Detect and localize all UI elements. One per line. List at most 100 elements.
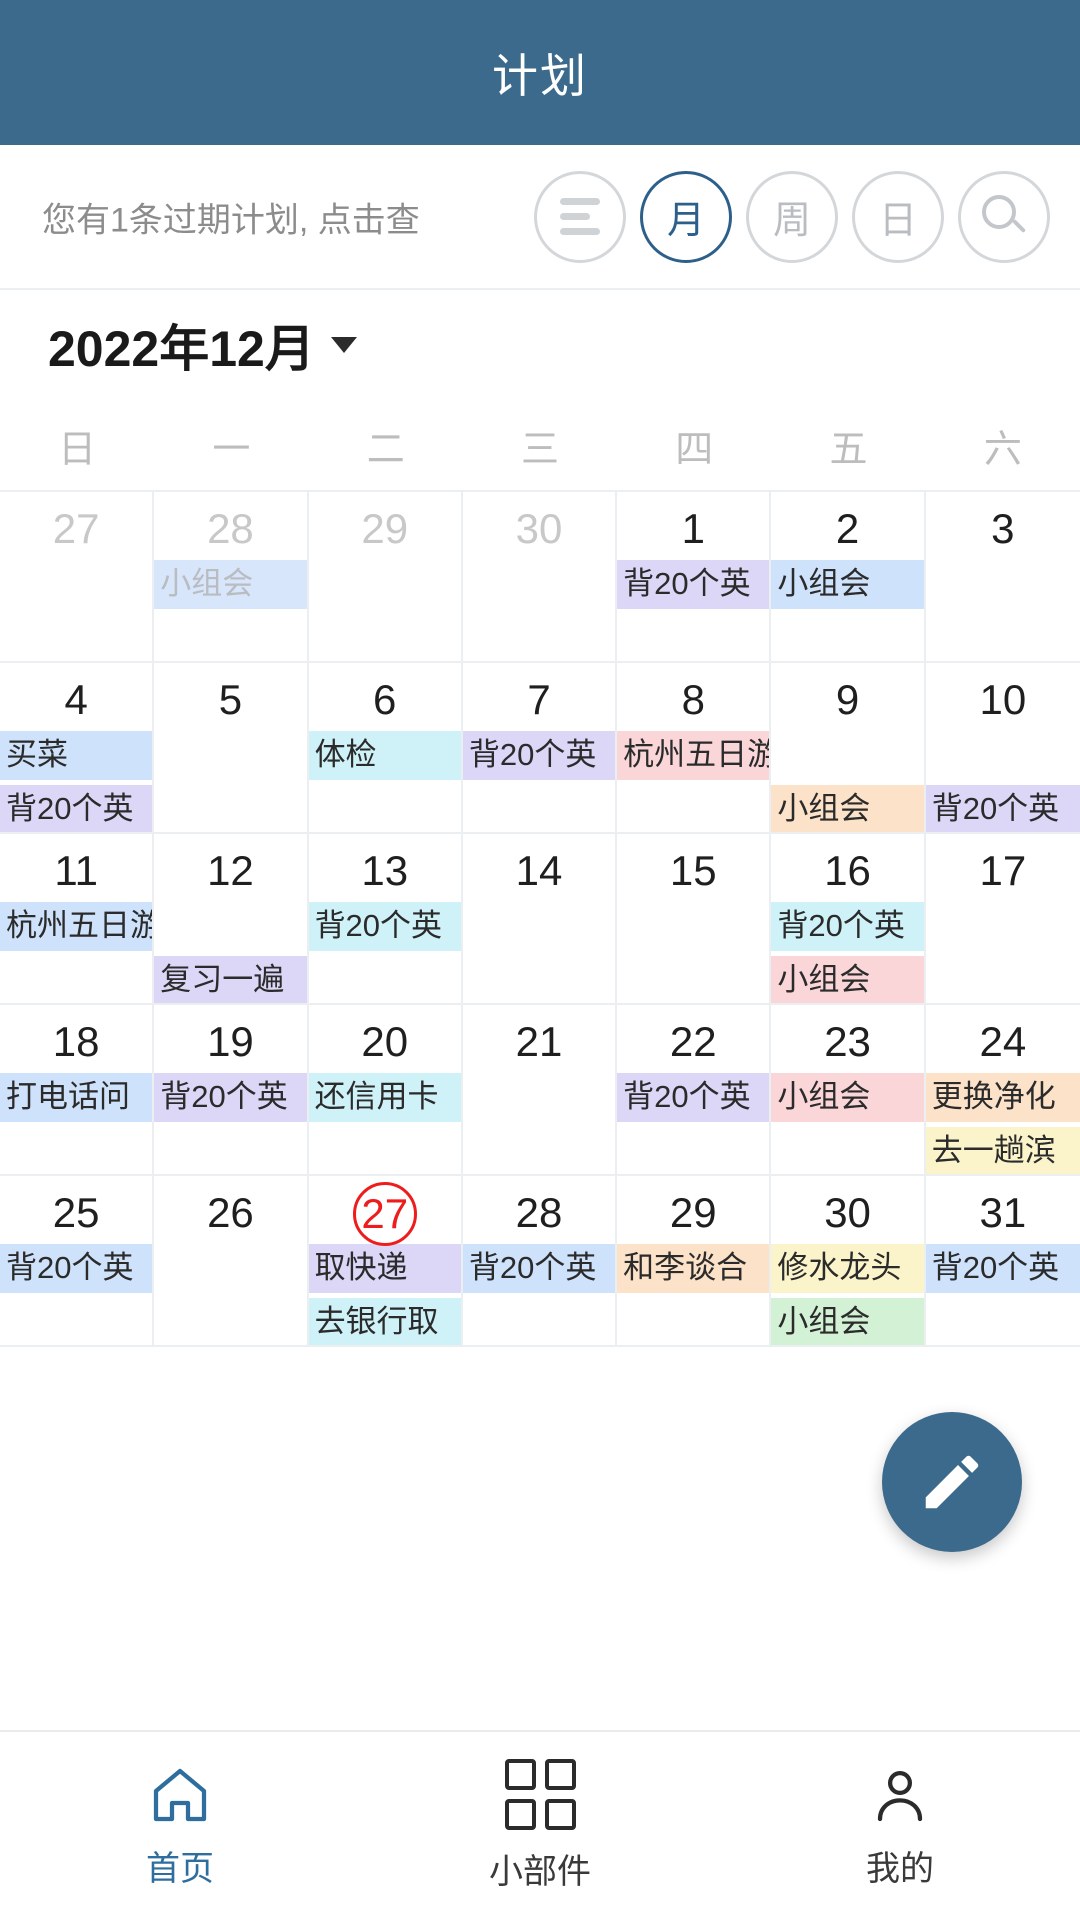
event-chip[interactable]: 杭州五日游 bbox=[617, 731, 770, 780]
event-list: 背20个英 bbox=[462, 731, 616, 780]
calendar-day-cell[interactable]: 30 修水龙头 小组会 bbox=[771, 1176, 926, 1347]
month-selector[interactable]: 2022年12月 bbox=[0, 290, 1080, 400]
event-chip[interactable]: 小组会 bbox=[154, 560, 307, 609]
view-switcher: 月 周 日 bbox=[534, 170, 1050, 263]
weekday-label: 五 bbox=[829, 428, 868, 471]
event-chip[interactable]: 背20个英 bbox=[617, 1073, 770, 1122]
calendar-day-cell[interactable]: 13 背20个英 bbox=[308, 834, 463, 1005]
day-view-label: 日 bbox=[878, 200, 917, 242]
day-number: 27 bbox=[52, 505, 100, 552]
week-view-button[interactable]: 周 bbox=[746, 170, 838, 263]
calendar-day-cell[interactable]: 26 bbox=[154, 1176, 309, 1347]
event-chip[interactable]: 背20个英 bbox=[617, 560, 770, 609]
calendar-day-cell[interactable]: 3 bbox=[925, 492, 1080, 663]
day-number: 4 bbox=[64, 676, 88, 723]
event-chip[interactable]: 背20个英 bbox=[462, 1244, 616, 1293]
event-list: 背20个英 bbox=[462, 1244, 616, 1293]
event-chip[interactable]: 小组会 bbox=[771, 1297, 924, 1345]
event-chip[interactable]: 背20个英 bbox=[308, 902, 461, 951]
event-chip[interactable]: 小组会 bbox=[771, 784, 924, 832]
event-chip[interactable]: 体检 bbox=[308, 731, 461, 780]
nav-label-home: 首页 bbox=[146, 1849, 214, 1888]
calendar-day-cell[interactable]: 29 bbox=[308, 492, 463, 663]
event-chip[interactable]: 背20个英 bbox=[925, 784, 1080, 832]
calendar-day-cell[interactable]: 14 bbox=[462, 834, 618, 1005]
event-chip[interactable]: 背20个英 bbox=[462, 731, 616, 780]
event-chip[interactable]: 更换净化 bbox=[925, 1073, 1080, 1122]
event-list: 还信用卡 bbox=[308, 1073, 461, 1122]
event-chip[interactable]: 小组会 bbox=[771, 560, 924, 609]
event-chip[interactable]: 还信用卡 bbox=[308, 1073, 461, 1122]
event-chip[interactable]: 小组会 bbox=[771, 955, 924, 1003]
event-chip[interactable]: 修水龙头 bbox=[771, 1244, 924, 1293]
overdue-notice[interactable]: 您有1条过期计划, 点击查 bbox=[42, 192, 420, 241]
calendar-day-cell[interactable]: 2 小组会 bbox=[771, 492, 926, 663]
calendar-day-cell[interactable]: 25 背20个英 bbox=[0, 1176, 155, 1347]
calendar-day-cell[interactable]: 4 买菜 背20个英 bbox=[0, 663, 155, 834]
day-number: 29 bbox=[669, 1189, 717, 1236]
calendar-day-cell[interactable]: 6 体检 bbox=[308, 663, 463, 834]
calendar-day-cell[interactable]: 11 杭州五日游 bbox=[0, 834, 155, 1005]
weekday-label: 日 bbox=[58, 428, 97, 471]
calendar-day-cell[interactable]: 7 背20个英 bbox=[462, 663, 618, 834]
event-chip[interactable]: 小组会 bbox=[771, 1073, 924, 1122]
day-view-button[interactable]: 日 bbox=[852, 170, 944, 263]
calendar-day-cell[interactable]: 24 更换净化 去一趟滨 bbox=[925, 1005, 1080, 1176]
event-list: 杭州五日游 bbox=[0, 902, 153, 951]
calendar-day-cell[interactable]: 31 背20个英 bbox=[925, 1176, 1080, 1347]
chevron-down-icon bbox=[330, 337, 357, 353]
event-chip[interactable]: 背20个英 bbox=[925, 1244, 1080, 1293]
day-number: 14 bbox=[515, 847, 563, 894]
week-view-label: 周 bbox=[772, 200, 811, 242]
event-chip[interactable]: 买菜 bbox=[0, 731, 153, 780]
calendar-day-cell[interactable]: 27取快递去银行取买菜 bbox=[308, 1176, 463, 1347]
list-view-button[interactable] bbox=[534, 170, 626, 263]
day-number: 2 bbox=[835, 505, 860, 552]
calendar-day-cell[interactable]: 1 背20个英 bbox=[617, 492, 772, 663]
calendar-day-cell[interactable]: 29 和李谈合 bbox=[617, 1176, 772, 1347]
month-view-button[interactable]: 月 bbox=[640, 170, 732, 263]
day-number: 9 bbox=[835, 676, 860, 723]
calendar-day-cell[interactable]: 12 复习一遍 bbox=[154, 834, 309, 1005]
nav-item-profile[interactable]: 我的 bbox=[720, 1732, 1080, 1920]
event-chip[interactable]: 背20个英 bbox=[0, 784, 153, 832]
calendar-day-cell[interactable]: 5 bbox=[154, 663, 309, 834]
add-plan-button[interactable] bbox=[882, 1412, 1022, 1552]
calendar-day-cell[interactable]: 28 小组会 bbox=[154, 492, 309, 663]
calendar-day-cell[interactable]: 27 bbox=[0, 492, 155, 663]
event-chip[interactable]: 复习一遍 bbox=[154, 955, 307, 1003]
event-chip[interactable]: 去一趟滨 bbox=[925, 1126, 1080, 1174]
calendar-day-cell[interactable]: 9 小组会 bbox=[771, 663, 926, 834]
event-chip[interactable]: 去银行取 bbox=[308, 1297, 461, 1345]
event-chip[interactable]: 取快递 bbox=[308, 1244, 461, 1293]
calendar-day-cell[interactable]: 10 背20个英 bbox=[925, 663, 1080, 834]
event-list: 小组会 bbox=[771, 560, 924, 609]
event-list: 背20个英 bbox=[925, 1244, 1080, 1293]
search-button[interactable] bbox=[958, 170, 1050, 263]
day-number: 22 bbox=[669, 1018, 717, 1065]
day-number: 3 bbox=[991, 505, 1015, 552]
event-chip[interactable]: 打电话问 bbox=[0, 1073, 153, 1122]
event-list: 背20个英 bbox=[154, 1073, 307, 1122]
calendar-day-cell[interactable]: 23 小组会 bbox=[771, 1005, 926, 1176]
today-highlight: 27 bbox=[352, 1182, 417, 1246]
calendar-day-cell[interactable]: 28 背20个英 bbox=[462, 1176, 618, 1347]
event-chip[interactable]: 和李谈合 bbox=[617, 1244, 770, 1293]
calendar-day-cell[interactable]: 20 还信用卡 bbox=[308, 1005, 463, 1176]
event-chip[interactable]: 杭州五日游 bbox=[0, 902, 153, 951]
calendar-day-cell[interactable]: 30 bbox=[462, 492, 618, 663]
calendar-day-cell[interactable]: 8 杭州五日游 bbox=[617, 663, 772, 834]
calendar-day-cell[interactable]: 17 bbox=[925, 834, 1080, 1005]
calendar-day-cell[interactable]: 21 bbox=[462, 1005, 618, 1176]
event-chip[interactable]: 背20个英 bbox=[154, 1073, 307, 1122]
event-chip[interactable]: 背20个英 bbox=[771, 902, 924, 951]
event-chip[interactable]: 背20个英 bbox=[0, 1244, 153, 1293]
calendar-day-cell[interactable]: 22 背20个英 bbox=[617, 1005, 772, 1176]
calendar-day-cell[interactable]: 19 背20个英 bbox=[154, 1005, 309, 1176]
calendar-day-cell[interactable]: 18 打电话问 bbox=[0, 1005, 155, 1176]
event-list: 和李谈合 bbox=[617, 1244, 770, 1293]
calendar-day-cell[interactable]: 15 bbox=[617, 834, 772, 1005]
nav-item-home[interactable]: 首页 bbox=[0, 1732, 360, 1920]
calendar-day-cell[interactable]: 16 背20个英小组会买菜 bbox=[771, 834, 926, 1005]
nav-item-widgets[interactable]: 小部件 bbox=[360, 1732, 720, 1920]
